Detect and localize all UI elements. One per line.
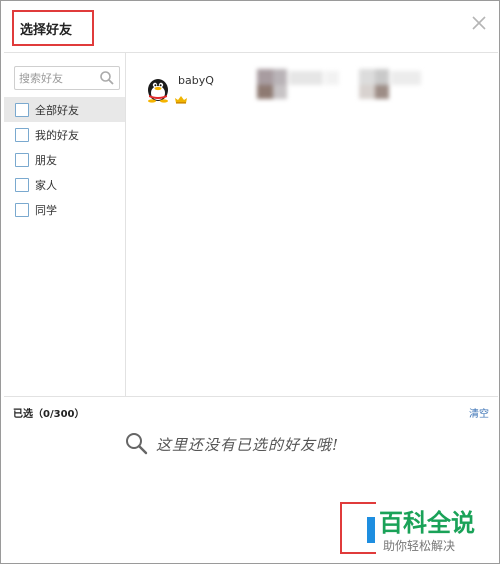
friend-item[interactable]: babyQ — [143, 67, 243, 107]
group-label: 朋友 — [35, 153, 57, 167]
group-checkbox[interactable] — [15, 177, 29, 192]
friend-name: babyQ — [178, 74, 214, 87]
group-label: 同学 — [35, 203, 57, 217]
watermark-title: 百科全说 — [379, 509, 475, 537]
selection-divider — [4, 396, 498, 397]
empty-selection-text: 这里还没有已选的好友哦! — [156, 435, 340, 454]
group-item-all-friends[interactable]: 全部好友 — [4, 97, 125, 122]
confirm-button[interactable] — [367, 517, 375, 543]
search-icon[interactable] — [99, 70, 115, 86]
magnifier-icon — [124, 431, 150, 457]
select-friends-dialog: 选择好友 全部好友 我的好友 朋友 — [0, 0, 500, 564]
group-checkbox[interactable] — [15, 127, 29, 142]
friend-item-redacted[interactable] — [357, 67, 447, 107]
friend-item-redacted[interactable] — [255, 67, 345, 107]
search-input[interactable] — [19, 69, 97, 87]
group-label: 家人 — [35, 178, 57, 192]
group-checkbox[interactable] — [15, 102, 29, 117]
vip-crown-icon — [175, 89, 187, 104]
watermark: 百科全说 助你轻松解决 — [371, 501, 497, 561]
empty-selection-message: 这里还没有已选的好友哦! — [124, 430, 404, 458]
group-list: 全部好友 我的好友 朋友 家人 同学 — [4, 97, 125, 222]
close-icon — [472, 16, 486, 30]
friend-list: babyQ — [127, 53, 498, 396]
blurred-avatar — [255, 67, 345, 107]
group-item-classmates[interactable]: 同学 — [4, 197, 125, 222]
group-checkbox[interactable] — [15, 202, 29, 217]
selected-count-label: 已选（0/300） — [13, 409, 85, 420]
watermark-subtitle: 助你轻松解决 — [383, 539, 456, 553]
group-sidebar: 全部好友 我的好友 朋友 家人 同学 — [4, 53, 126, 396]
dialog-title: 选择好友 — [20, 23, 73, 38]
search-box — [14, 66, 120, 90]
blurred-avatar — [357, 67, 447, 107]
close-button[interactable] — [469, 13, 489, 33]
group-item-friends[interactable]: 朋友 — [4, 147, 125, 172]
clear-selection-link[interactable]: 清空 — [469, 405, 489, 420]
group-item-family[interactable]: 家人 — [4, 172, 125, 197]
group-item-my-friends[interactable]: 我的好友 — [4, 122, 125, 147]
penguin-avatar — [143, 73, 173, 103]
group-checkbox[interactable] — [15, 152, 29, 167]
group-label: 我的好友 — [35, 128, 79, 142]
group-label: 全部好友 — [35, 103, 79, 117]
